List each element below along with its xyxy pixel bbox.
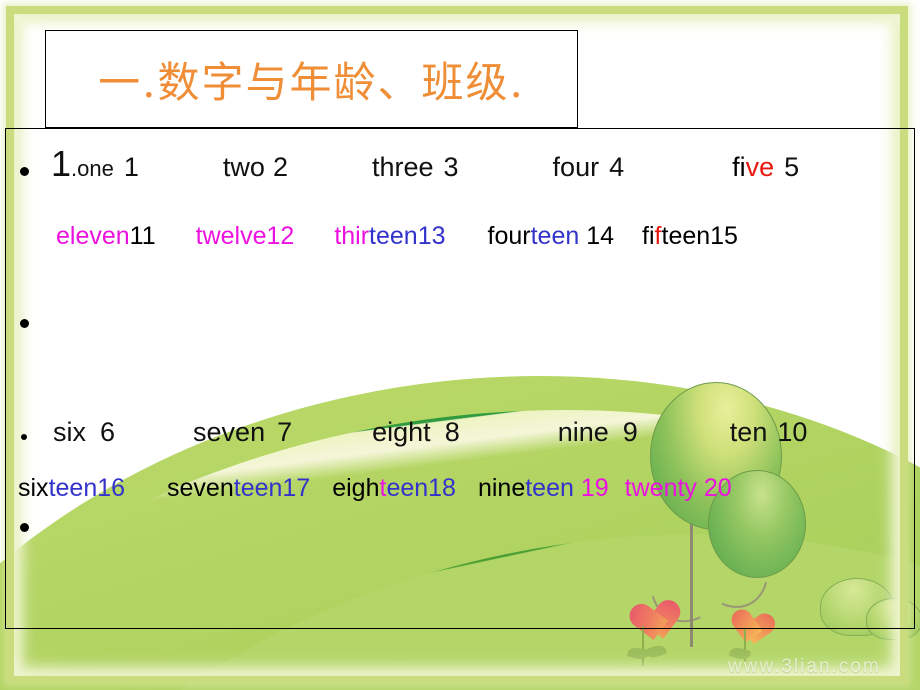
word-twenty-20: twenty 20 [624,474,732,502]
list-item-row-units-6-10: six 6 seven 7 eight 8 nine 9 ten 10 [6,417,914,448]
word-four: four [552,152,600,182]
number-3: 3 [443,152,459,182]
number-10: 10 [777,417,808,447]
list-item-row-units-1-5: 1.one 1 two 2 three 3 four 4 five 5 [6,143,914,185]
number-1: 1 [123,152,139,182]
word-seventeen-part2: teen17 [233,474,311,502]
number-11: 11 [129,222,156,250]
word-thirteen-part1: thir [334,222,370,250]
number-8: 8 [444,417,460,447]
word-sixteen-part2: teen16 [48,474,126,502]
word-nine: nine [557,417,609,447]
number-5: 5 [784,152,800,182]
list-item-row-teens-16-20: sixteen16 seventeen17 eighteen18 nineteen 1… [6,474,914,503]
word-one: one [77,156,114,181]
page-title: 一.数字与年龄、班级. [98,57,525,107]
number-6: 6 [100,417,116,447]
list-item-empty-1 [6,315,914,333]
word-nineteen-part2: teen [525,474,574,502]
list-item-row-teens-11-15: eleven11 twelve12 thirteen13 fourteen 14 fif… [6,222,914,251]
word-ten: ten [729,417,768,447]
title-textbox: 一.数字与年龄、班级. [45,30,578,128]
word-three: three [371,152,434,182]
word-fourteen-part2: teen [530,222,580,250]
word-six: six [53,417,86,447]
row1-index-number: 1 [51,143,72,184]
word-thirteen-part2: teen13 [369,222,446,250]
word-nineteen-part1: nine [477,474,526,502]
word-seventeen-part1: seven [167,474,234,502]
word-sixteen-part1: six [18,474,49,502]
number-7: 7 [277,417,293,447]
word-fourteen-part1: four [487,222,531,250]
word-five-part1: fi [732,152,746,182]
bullet-point-icon [20,523,29,533]
word-two: two [222,152,265,182]
word-eighteen-part3: een18 [386,474,456,502]
word-seven: seven [193,417,266,447]
word-eighteen-part1: eigh [332,474,380,502]
number-2: 2 [272,152,288,182]
slide-canvas: www.3lian.com 一.数字与年龄、班级. 1.one 1 two 2 thre… [0,0,920,690]
bullet-point-icon [21,433,27,440]
watermark-text: www.3lian.com [728,656,881,677]
content-body: 1.one 1 two 2 three 3 four 4 five 5 eleven11 twelv… [6,129,914,628]
number-4: 4 [609,152,625,182]
bullet-point-icon [20,319,29,329]
number-12: 12 [266,222,295,250]
word-fifteen-part3: teen15 [661,222,738,250]
number-14: 14 [579,222,615,250]
word-fifteen-part1: fi [642,222,655,250]
word-five-part2: ve [745,152,775,182]
word-fifteen-part2: f [654,222,662,250]
word-eleven: eleven [56,222,130,250]
word-twelve: twelve [195,222,267,250]
bullet-point-icon [20,167,29,177]
content-textbox: 1.one 1 two 2 three 3 four 4 five 5 eleven11 twelv… [5,128,915,629]
list-item-empty-2 [6,519,914,537]
number-9: 9 [622,417,638,447]
word-eight: eight [372,417,431,447]
number-19: 19 [573,474,609,502]
